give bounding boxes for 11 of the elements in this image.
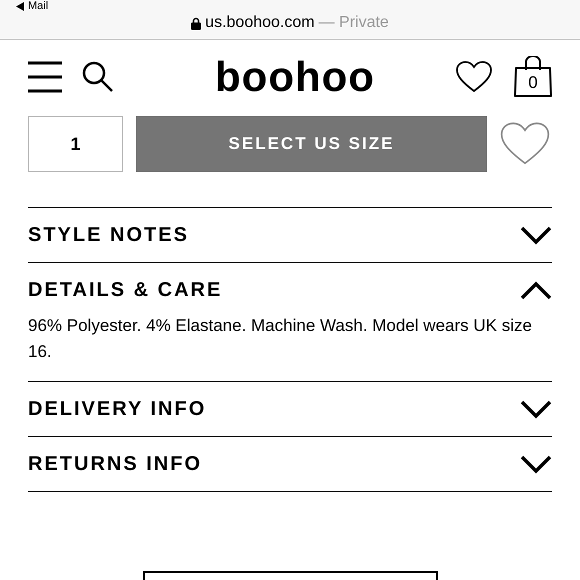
accordion-header[interactable]: DELIVERY INFO [28,382,552,436]
logo[interactable]: boohoo [215,56,375,98]
details-text: 96% Polyester. 4% Elastane. Machine Wash. Model wears UK size 16. [28,315,533,363]
url-text[interactable]: us.boohoo.com [205,11,315,35]
select-size-button[interactable]: SELECT US SIZE [136,116,487,172]
accordion-header[interactable]: STYLE NOTES [28,208,552,262]
private-label: — Private [318,13,389,33]
quantity-field[interactable]: 1 [28,116,123,172]
accordion-header[interactable]: RETURNS INFO [28,437,552,491]
back-link[interactable]: Mail [28,0,48,12]
accordion-header[interactable]: DETAILS & CARE [28,263,552,317]
